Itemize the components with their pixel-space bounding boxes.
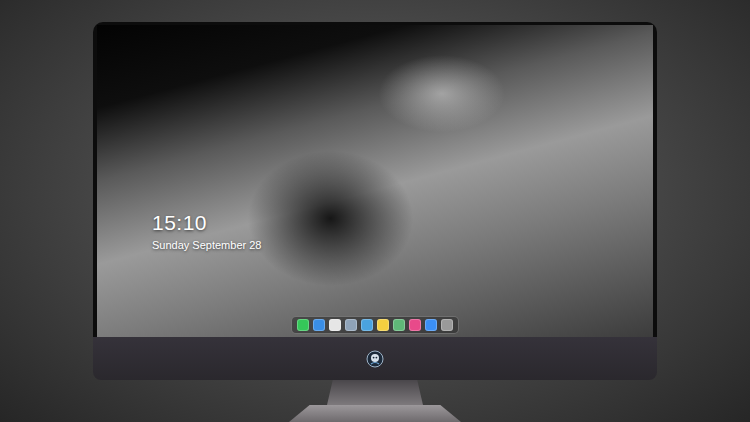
dock-app[interactable]: [361, 319, 373, 331]
monitor-screen: 15:10 Sunday September 28: [93, 22, 657, 337]
wallpaper: 15:10 Sunday September 28: [97, 25, 653, 337]
lock-clock: 15:10 Sunday September 28: [152, 211, 261, 252]
clock-time: 15:10: [152, 211, 261, 235]
dock-app[interactable]: [313, 319, 325, 331]
dock-app[interactable]: [297, 319, 309, 331]
clock-date: Sunday September 28: [152, 238, 261, 252]
dock-app[interactable]: [409, 319, 421, 331]
dock-app[interactable]: [441, 319, 453, 331]
monitor-chin: [93, 337, 657, 380]
stand-base: [289, 405, 461, 422]
dock-app[interactable]: [329, 319, 341, 331]
stand-neck: [327, 380, 423, 405]
dock: [291, 316, 459, 334]
dock-app[interactable]: [393, 319, 405, 331]
dock-app[interactable]: [377, 319, 389, 331]
brand-logo-icon: [366, 350, 384, 368]
dock-app[interactable]: [345, 319, 357, 331]
dock-app[interactable]: [425, 319, 437, 331]
desktop-stage: 15:10 Sunday September 28: [0, 0, 750, 422]
